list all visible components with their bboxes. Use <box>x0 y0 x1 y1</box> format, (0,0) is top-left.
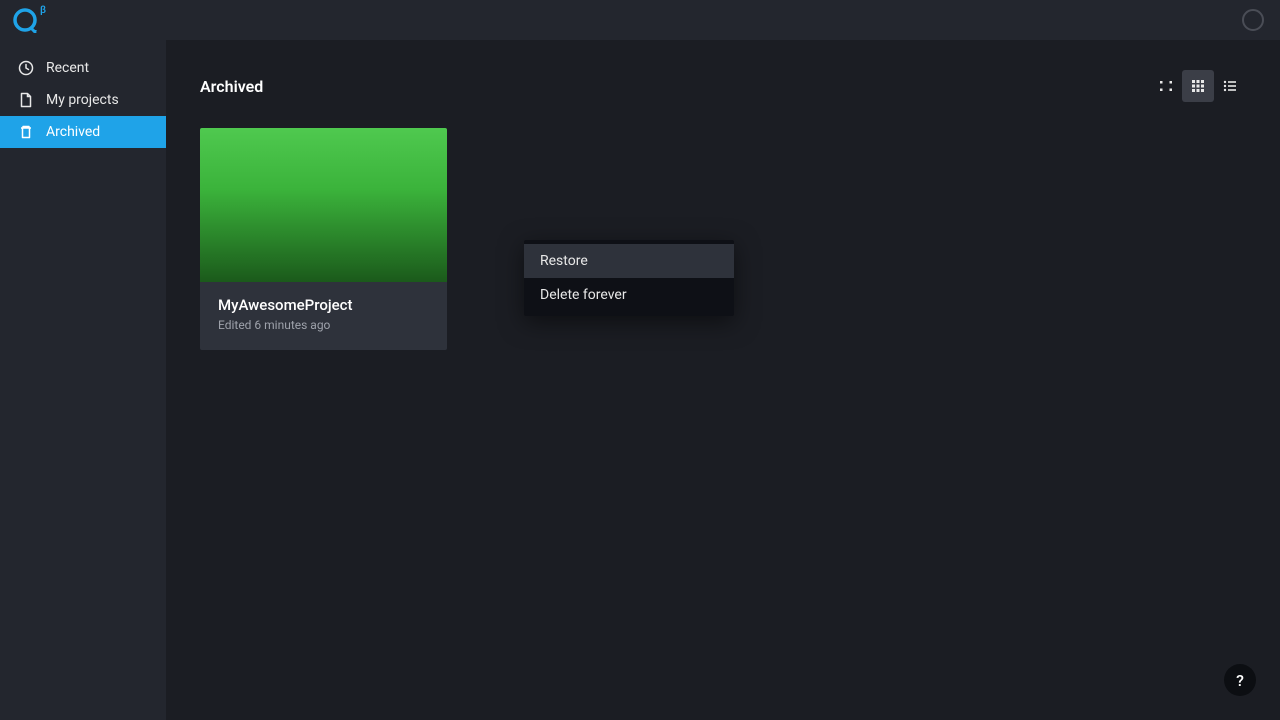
project-edited-time: Edited 6 minutes ago <box>218 318 429 332</box>
logo-icon <box>12 7 38 33</box>
avatar[interactable] <box>1242 9 1264 31</box>
help-button[interactable]: ? <box>1224 664 1256 696</box>
sidebar-item-label: Archived <box>46 124 100 140</box>
sidebar: Recent My projects Archived <box>0 40 166 720</box>
main-content: Archived <box>166 40 1280 720</box>
topbar: β <box>0 0 1280 40</box>
view-grid-button[interactable] <box>1182 70 1214 102</box>
help-icon: ? <box>1236 671 1244 690</box>
trash-icon <box>18 124 34 140</box>
sidebar-item-archived[interactable]: Archived <box>0 116 166 148</box>
view-compact-grid-button[interactable] <box>1150 70 1182 102</box>
grid-icon <box>1191 79 1205 93</box>
clock-icon <box>18 60 34 76</box>
file-icon <box>18 92 34 108</box>
beta-badge: β <box>40 5 46 16</box>
sidebar-item-recent[interactable]: Recent <box>0 52 166 84</box>
page-title: Archived <box>200 77 263 96</box>
compact-grid-icon <box>1159 79 1173 93</box>
view-list-button[interactable] <box>1214 70 1246 102</box>
list-icon <box>1223 79 1237 93</box>
sidebar-item-label: Recent <box>46 60 89 76</box>
sidebar-item-my-projects[interactable]: My projects <box>0 84 166 116</box>
app-logo[interactable]: β <box>12 7 46 33</box>
sidebar-item-label: My projects <box>46 92 119 108</box>
project-thumbnail <box>200 128 447 282</box>
context-menu: Restore Delete forever <box>524 240 734 316</box>
project-title: MyAwesomeProject <box>218 296 429 314</box>
project-card[interactable]: MyAwesomeProject Edited 6 minutes ago <box>200 128 447 350</box>
menu-item-delete-forever[interactable]: Delete forever <box>524 278 734 312</box>
view-toggle-group <box>1150 70 1246 102</box>
menu-item-restore[interactable]: Restore <box>524 244 734 278</box>
